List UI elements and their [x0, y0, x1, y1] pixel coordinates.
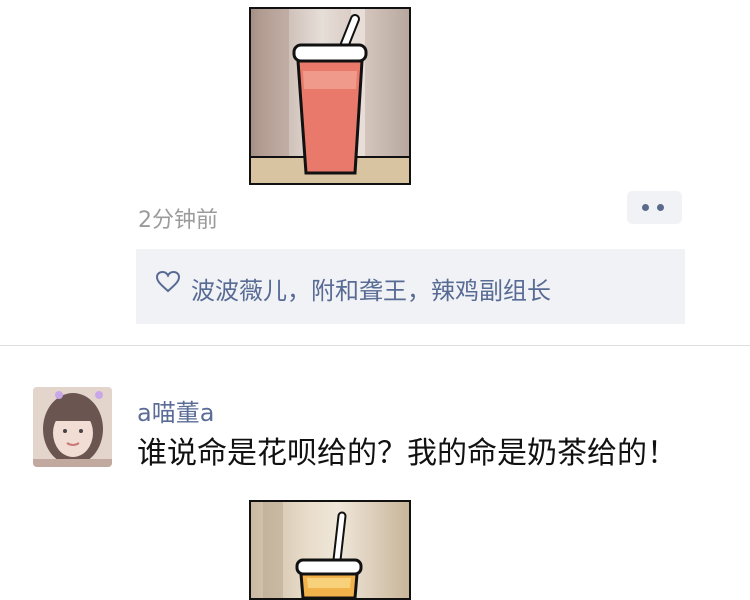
post-image-drink-yellow[interactable] [249, 500, 411, 600]
more-options-button[interactable] [627, 191, 682, 224]
likes-panel: 波波薇儿，附和聋王，辣鸡副组长 [136, 249, 685, 324]
likes-names[interactable]: 波波薇儿，附和聋王，辣鸡副组长 [191, 271, 551, 306]
more-dots-icon [657, 204, 664, 211]
comment-text: 谁说命是花呗给的？我的命是奶茶给的！ [137, 436, 677, 471]
drink-cup-illustration [251, 9, 409, 183]
avatar[interactable] [33, 387, 112, 467]
comment-username[interactable]: a喵董a [137, 393, 214, 428]
more-dots-icon [642, 204, 649, 211]
heart-outline-icon [156, 271, 180, 293]
drink-cup-illustration [263, 502, 363, 598]
comment-divider [0, 345, 750, 346]
post-image-drink-red[interactable] [249, 7, 411, 185]
avatar-portrait [33, 387, 112, 467]
post-timestamp: 2分钟前 [138, 208, 218, 233]
